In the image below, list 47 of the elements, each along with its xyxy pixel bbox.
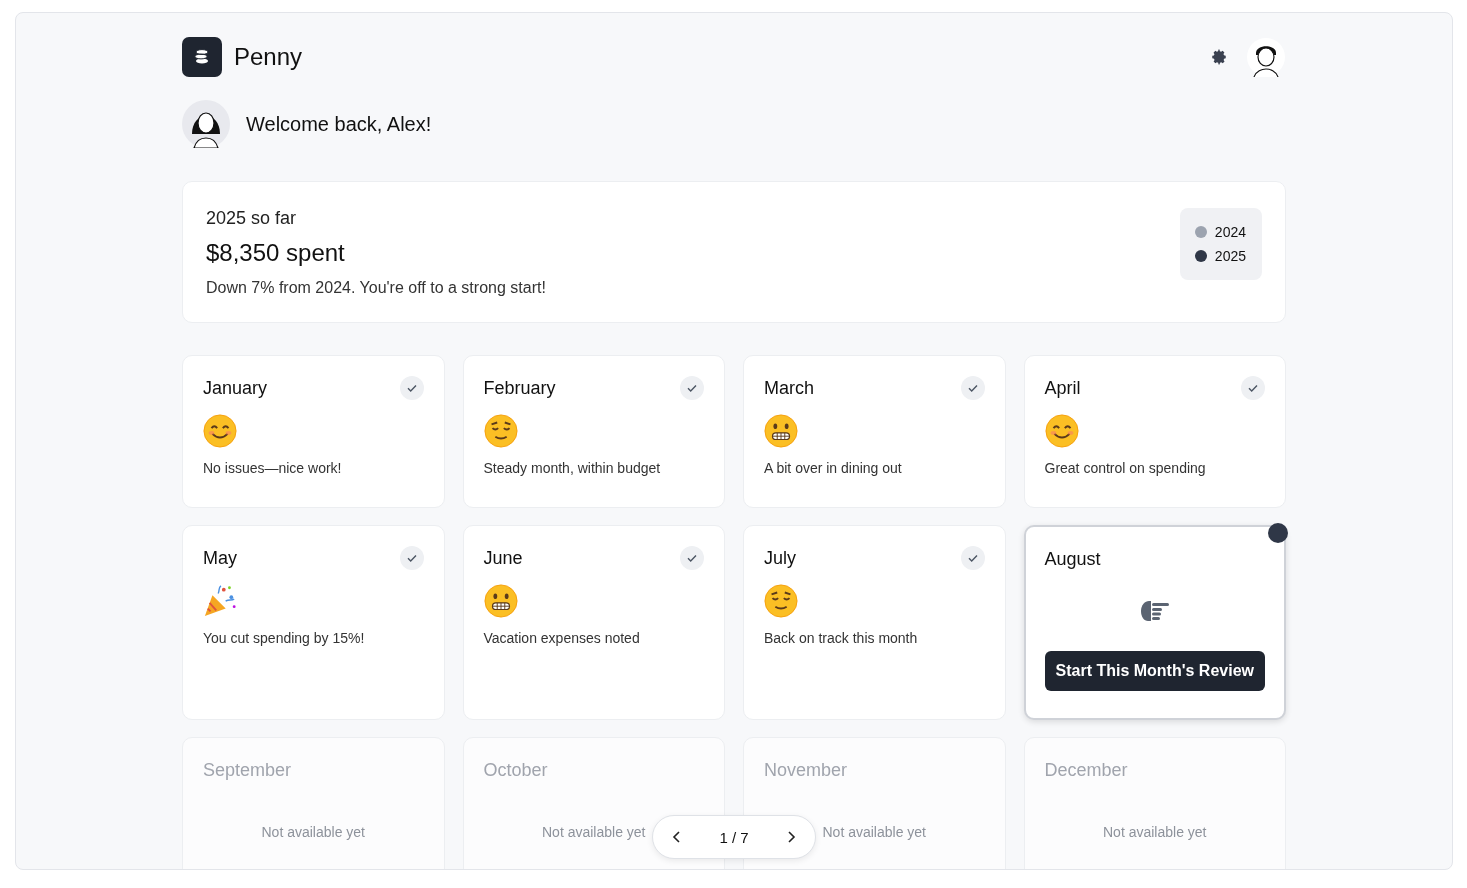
month-name: November (764, 759, 848, 781)
month-note: Steady month, within budget (483, 460, 662, 476)
month-note: You cut spending by 15%! (203, 630, 366, 646)
month-name: May (203, 547, 237, 569)
start-review-button[interactable]: Start This Month's Review (1044, 651, 1265, 691)
app-name: Penny (234, 43, 303, 71)
welcome-heading: Welcome back, Alex! (246, 112, 432, 136)
month-note: A bit over in dining out (764, 460, 903, 476)
month-card[interactable]: May You cut spending by 15%! (182, 525, 445, 720)
month-name: February (483, 377, 556, 399)
legend-label: 2025 (1214, 247, 1246, 264)
summary-title: 2025 so far (206, 208, 298, 229)
month-note: Back on track this month (764, 630, 919, 646)
month-note: Not available yet (261, 824, 365, 840)
month-name: April (1044, 377, 1081, 399)
month-name: December (1044, 759, 1128, 781)
pointing-hand-icon (1138, 599, 1171, 623)
coins-logo-icon (182, 37, 222, 77)
avatar-icon (182, 100, 230, 148)
month-card[interactable]: June Vacation expenses noted (462, 525, 725, 720)
legend-label: 2024 (1214, 223, 1246, 240)
month-name: June (483, 547, 523, 569)
month-card[interactable]: March A bit over in dining out (743, 355, 1006, 508)
spent-amount: $8,350 spent (206, 239, 346, 267)
chevron-right-icon[interactable] (785, 829, 797, 845)
month-note: Not available yet (822, 824, 926, 840)
month-note: Great control on spending (1044, 460, 1207, 476)
month-name: September (203, 759, 292, 781)
month-name: October (483, 759, 548, 781)
month-name: August (1044, 548, 1101, 570)
page-indicator: 1 / 7 (719, 828, 749, 846)
summary-note: Down 7% from 2024. You're off to a strong start! (206, 279, 546, 297)
month-name: March (764, 377, 814, 399)
chevron-left-icon[interactable] (671, 829, 683, 845)
month-note: No issues—nice work! (203, 460, 343, 476)
month-note: Not available yet (542, 824, 646, 840)
avatar-icon[interactable] (1246, 37, 1286, 77)
month-card[interactable]: April Great control on spending (1023, 355, 1286, 508)
month-name: July (764, 547, 796, 569)
month-note: Vacation expenses noted (483, 630, 641, 646)
month-card[interactable]: July Back on track this month (743, 525, 1006, 720)
settings-icon[interactable] (1210, 48, 1228, 66)
month-card[interactable]: August Start This Month's Review (1023, 525, 1286, 720)
month-note: Not available yet (1103, 824, 1207, 840)
month-name: January (203, 377, 268, 399)
month-card[interactable]: February Steady month, within budget (462, 355, 725, 508)
month-card[interactable]: January No issues—nice work! (182, 355, 445, 508)
